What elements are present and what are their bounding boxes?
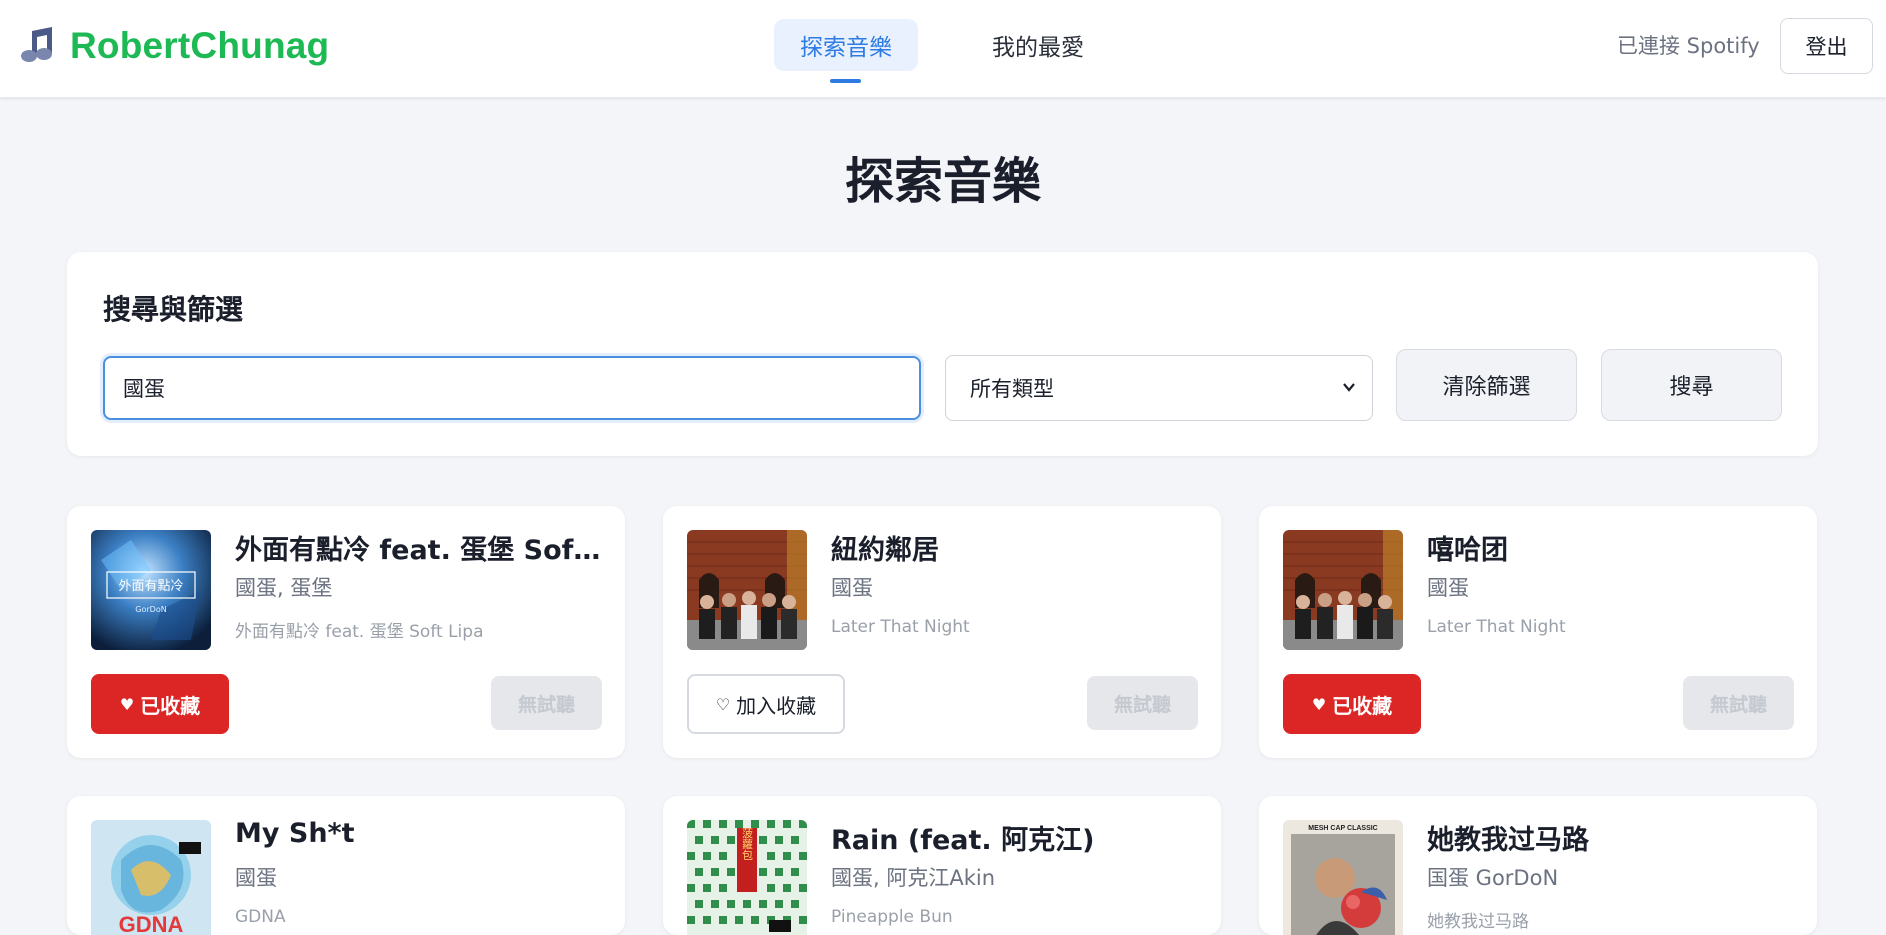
type-select[interactable]: 所有類型: [945, 355, 1373, 421]
song-artist: 國蛋: [1427, 576, 1469, 600]
preview-button: 無試聽: [1087, 676, 1198, 730]
song-album: 外面有點冷 feat. 蛋堡 Soft Lipa: [235, 622, 484, 642]
song-artist: 國蛋: [831, 576, 873, 600]
song-card: 嘻哈团 國蛋 Later That Night ♥ 已收藏 無試聽: [1259, 506, 1817, 758]
heart-outline-icon: ♡: [715, 694, 731, 714]
album-cover[interactable]: [687, 530, 807, 650]
song-artist: 國蛋: [235, 866, 277, 890]
tab-my-favorites[interactable]: 我的最愛: [967, 19, 1109, 71]
preview-button: 無試聽: [1683, 676, 1794, 730]
page-title: 探索音樂: [844, 153, 1041, 210]
chevron-down-icon: [1343, 383, 1355, 392]
favorite-button[interactable]: ♥ 已收藏: [1283, 674, 1421, 734]
search-button[interactable]: 搜尋: [1601, 349, 1782, 421]
album-cover[interactable]: 菠蘿包: [687, 820, 807, 935]
album-cover[interactable]: [1283, 530, 1403, 650]
favorite-button-label: 已收藏: [140, 693, 201, 718]
song-card: 菠蘿包 Rain (feat. 阿克江) 國蛋, 阿克江Akin Pineapp…: [663, 796, 1221, 935]
search-input[interactable]: [103, 356, 921, 420]
song-title: 嘻哈团: [1427, 535, 1508, 566]
song-album: Later That Night: [1427, 617, 1566, 637]
song-title: 紐約鄰居: [831, 535, 939, 566]
song-card: 紐約鄰居 國蛋 Later That Night ♡ 加入收藏 無試聽: [663, 506, 1221, 758]
favorite-button[interactable]: ♥ 已收藏: [91, 674, 229, 734]
tab-explore-music[interactable]: 探索音樂: [774, 19, 918, 71]
song-album: 她教我过马路: [1427, 912, 1529, 932]
filter-panel: 搜尋與篩選 所有類型 清除篩選 搜尋: [67, 252, 1818, 456]
favorite-button[interactable]: ♡ 加入收藏: [687, 674, 845, 734]
song-title: My Sh*t: [235, 818, 355, 849]
type-select-value: 所有類型: [970, 377, 1054, 401]
svg-text:外面有點冷: 外面有點冷: [118, 579, 183, 594]
svg-text:MESH CAP CLASSIC: MESH CAP CLASSIC: [1308, 825, 1378, 832]
music-note-icon: [21, 27, 52, 62]
album-cover[interactable]: GDNA: [91, 820, 211, 935]
favorite-button-label: 已收藏: [1332, 693, 1393, 718]
svg-text:GorDoN: GorDoN: [135, 605, 166, 614]
svg-text:菠蘿包: 菠蘿包: [741, 827, 754, 860]
active-tab-indicator: [830, 79, 861, 83]
preview-button: 無試聽: [491, 676, 602, 730]
song-album: GDNA: [235, 907, 286, 927]
brand[interactable]: RobertChunag: [18, 24, 329, 68]
song-card: MESH CAP CLASSIC 她教我过马路 国蛋 GorDoN 她教我过马路: [1259, 796, 1817, 935]
brand-name: RobertChunag: [70, 25, 330, 66]
favorite-button-label: 加入收藏: [736, 693, 817, 718]
song-title: Rain (feat. 阿克江): [831, 825, 1095, 856]
song-artist: 國蛋, 蛋堡: [235, 576, 333, 600]
top-navbar: RobertChunag 探索音樂 我的最愛 已連接 Spotify 登出: [0, 0, 1886, 98]
song-card: GDNA My Sh*t 國蛋 GDNA: [67, 796, 625, 935]
song-artist: 國蛋, 阿克江Akin: [831, 866, 996, 890]
heart-filled-icon: ♥: [1311, 694, 1327, 714]
song-card: 外面有點冷 GorDoN 外面有點冷 feat. 蛋堡 Soft ... 國蛋,…: [67, 506, 625, 758]
album-cover[interactable]: 外面有點冷 GorDoN: [91, 530, 211, 650]
song-album: Pineapple Bun: [831, 907, 953, 927]
song-album: Later That Night: [831, 617, 970, 637]
song-artist: 国蛋 GorDoN: [1427, 866, 1559, 890]
clear-filter-button[interactable]: 清除篩選: [1396, 349, 1577, 421]
heart-filled-icon: ♥: [119, 694, 135, 714]
filter-title: 搜尋與篩選: [103, 293, 244, 326]
album-cover[interactable]: MESH CAP CLASSIC: [1283, 820, 1403, 935]
logout-button[interactable]: 登出: [1780, 18, 1873, 74]
song-title: 外面有點冷 feat. 蛋堡 Soft ...: [235, 535, 605, 566]
song-title: 她教我过马路: [1427, 825, 1589, 856]
spotify-status: 已連接 Spotify: [1617, 34, 1760, 58]
svg-text:GDNA: GDNA: [119, 912, 184, 935]
